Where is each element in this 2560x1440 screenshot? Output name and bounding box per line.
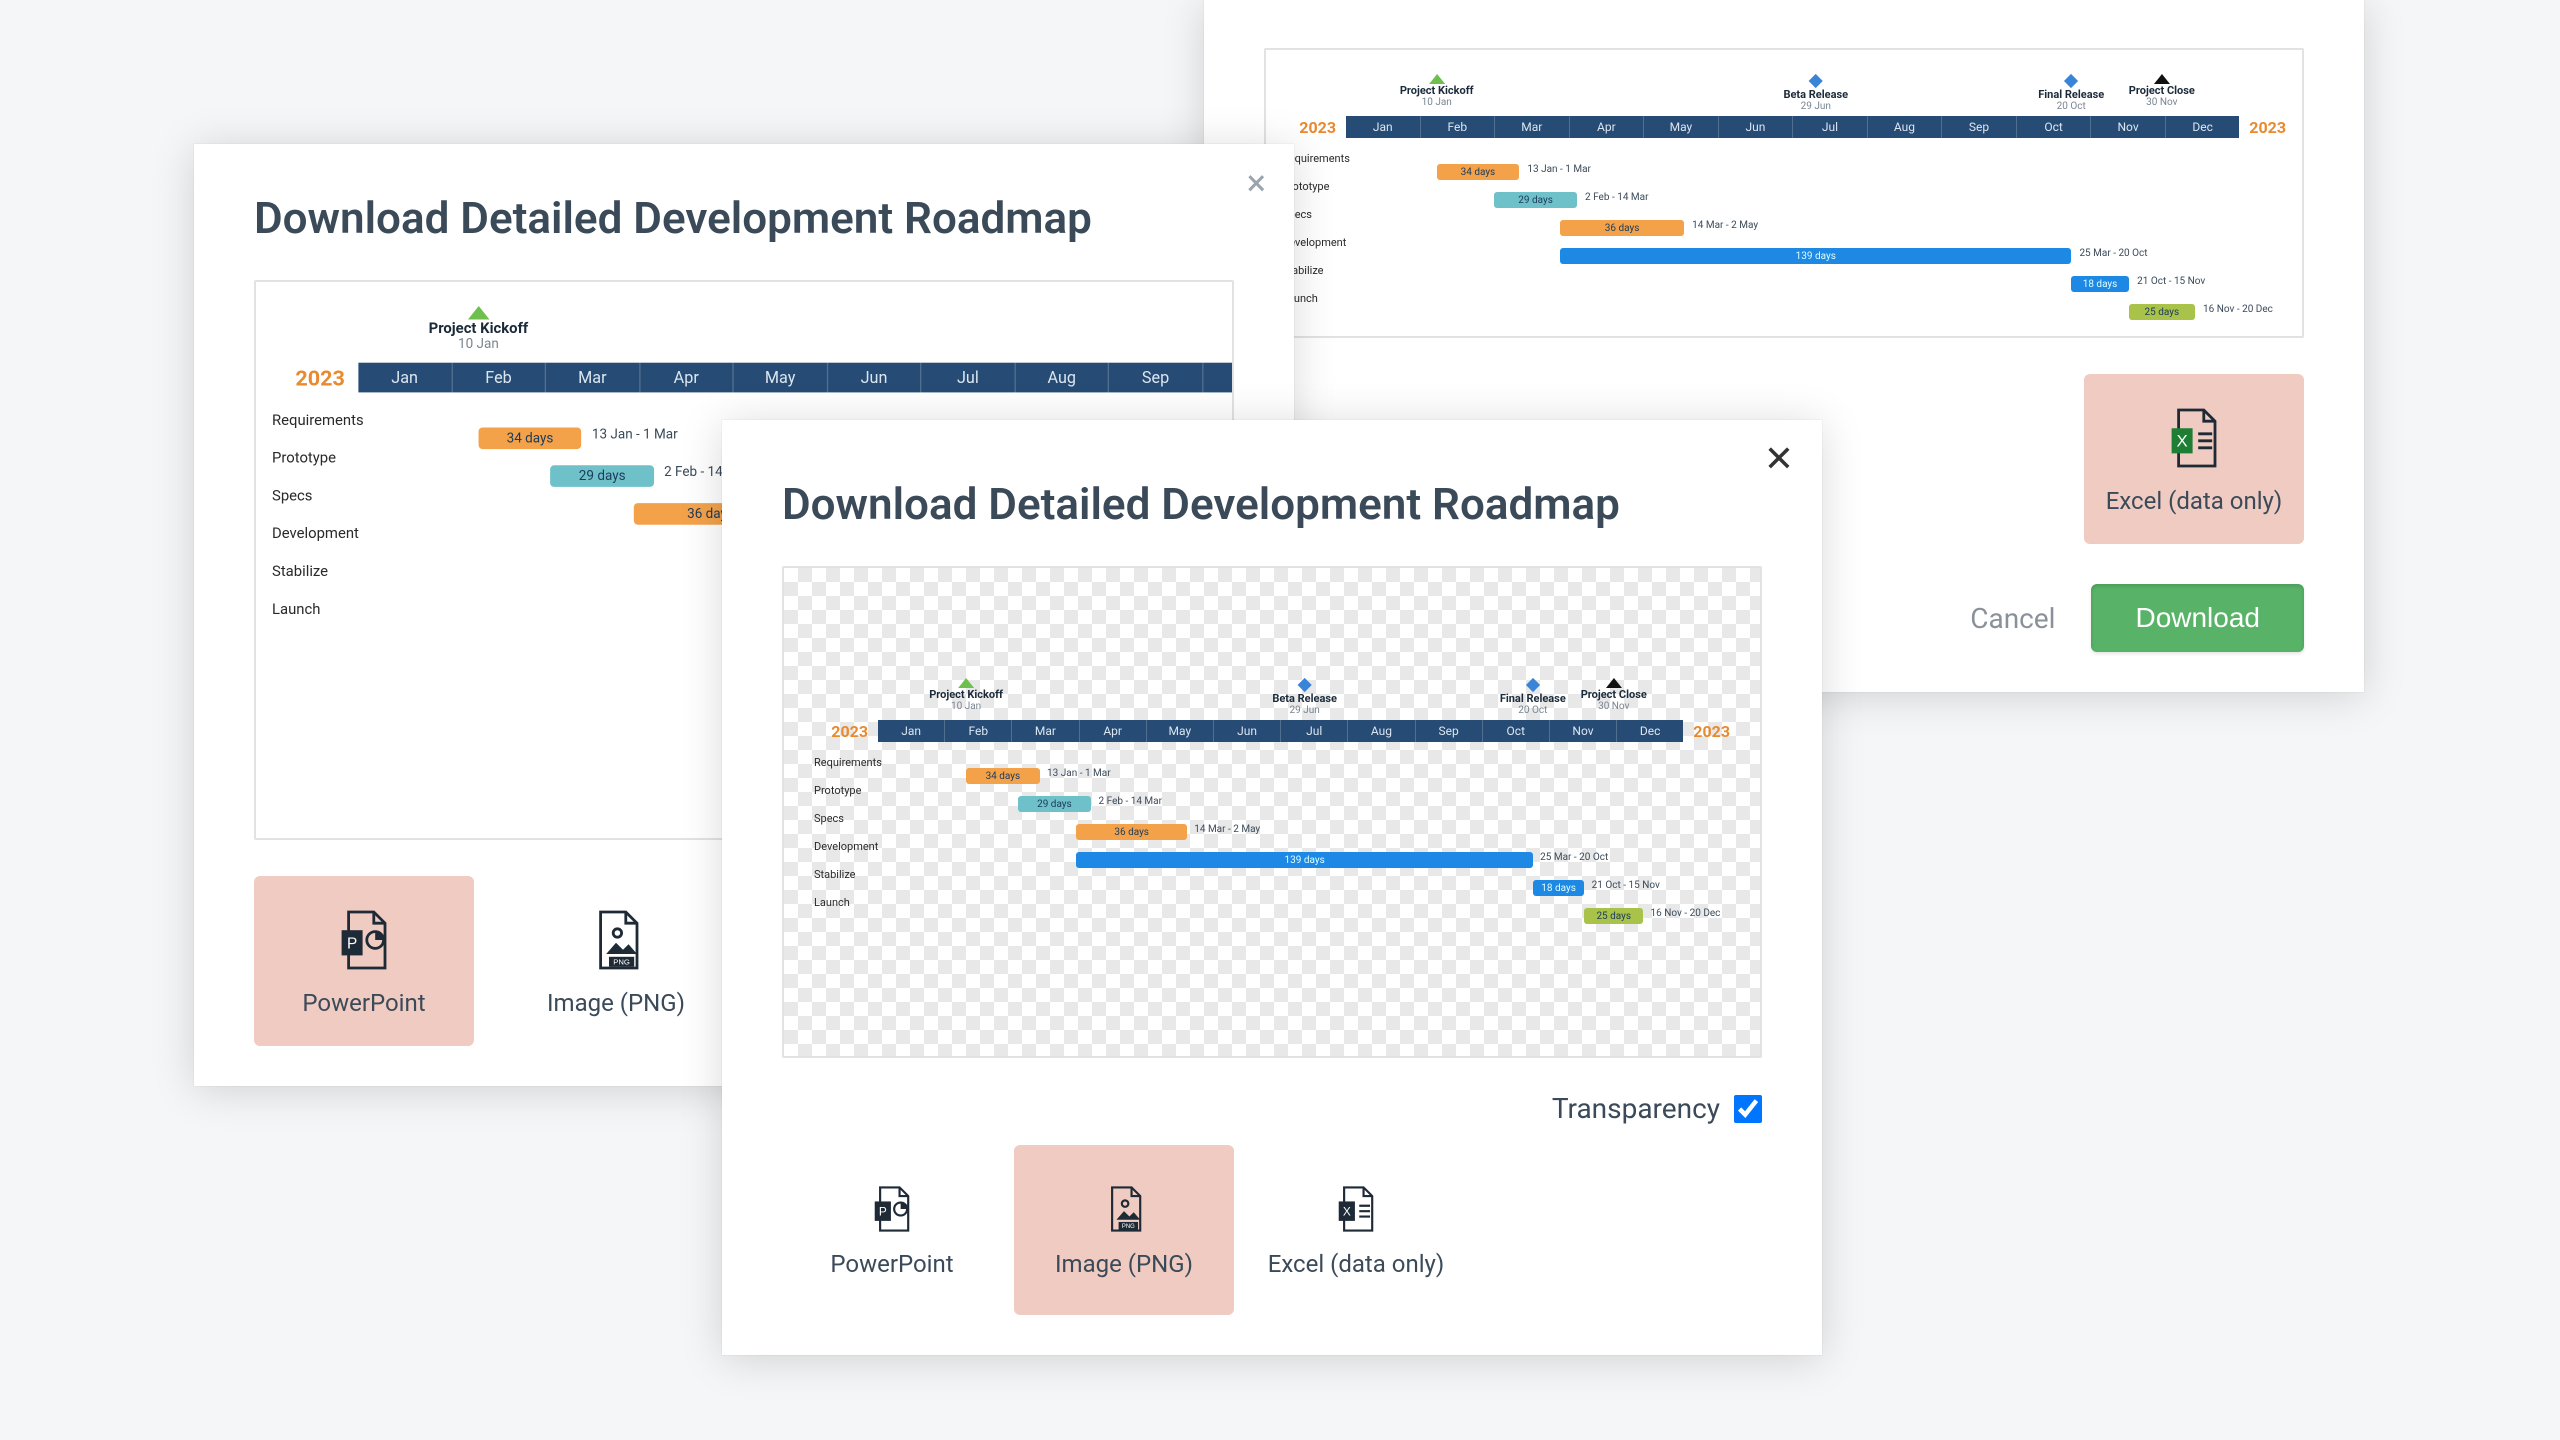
excel-icon: X bbox=[2159, 403, 2229, 473]
excel-icon: X bbox=[1329, 1182, 1383, 1236]
export-excel-tile[interactable]: X Excel (data only) bbox=[2084, 374, 2304, 544]
export-excel-tile[interactable]: X Excel (data only) bbox=[1246, 1145, 1466, 1315]
export-powerpoint-tile[interactable]: P PowerPoint bbox=[254, 876, 474, 1046]
export-tile-label: Excel (data only) bbox=[2106, 487, 2283, 515]
export-tile-label: Image (PNG) bbox=[1055, 1250, 1193, 1278]
preview-box: Project Kickoff10 JanBeta Release29 JunF… bbox=[782, 566, 1762, 1058]
png-icon: PNG bbox=[1097, 1182, 1151, 1236]
export-image-tile[interactable]: PNG Image (PNG) bbox=[1014, 1145, 1234, 1315]
export-tile-label: Excel (data only) bbox=[1268, 1250, 1445, 1278]
export-tile-label: PowerPoint bbox=[830, 1250, 953, 1278]
powerpoint-icon: P bbox=[865, 1182, 919, 1236]
svg-text:P: P bbox=[879, 1204, 887, 1218]
dialog-title: Download Detailed Development Roadmap bbox=[254, 192, 1234, 244]
gantt-chart: Project Kickoff10 JanBeta Release29 JunF… bbox=[1282, 74, 2286, 312]
transparency-checkbox[interactable] bbox=[1734, 1095, 1762, 1123]
svg-text:PNG: PNG bbox=[1122, 1224, 1135, 1230]
download-dialog-front: ✕ Download Detailed Development Roadmap … bbox=[722, 420, 1822, 1355]
transparency-label: Transparency bbox=[1552, 1092, 1720, 1125]
png-icon: PNG bbox=[581, 905, 651, 975]
close-icon[interactable]: ✕ bbox=[1764, 438, 1794, 480]
svg-text:X: X bbox=[2176, 431, 2187, 450]
cancel-button[interactable]: Cancel bbox=[1970, 602, 2055, 635]
dialog-title: Download Detailed Development Roadmap bbox=[782, 478, 1762, 530]
export-tile-label: Image (PNG) bbox=[547, 989, 685, 1017]
export-tile-label: PowerPoint bbox=[302, 989, 425, 1017]
svg-text:PNG: PNG bbox=[613, 958, 630, 967]
export-image-tile[interactable]: PNG Image (PNG) bbox=[506, 876, 726, 1046]
download-button[interactable]: Download bbox=[2091, 584, 2304, 652]
export-powerpoint-tile[interactable]: P PowerPoint bbox=[782, 1145, 1002, 1315]
svg-text:X: X bbox=[1343, 1204, 1351, 1218]
powerpoint-icon: P bbox=[329, 905, 399, 975]
preview-box: Project Kickoff10 JanBeta Release29 JunF… bbox=[1264, 48, 2304, 338]
svg-text:P: P bbox=[347, 935, 357, 952]
close-icon[interactable]: × bbox=[1247, 162, 1266, 204]
gantt-chart: Project Kickoff10 JanBeta Release29 JunF… bbox=[784, 568, 1760, 1056]
